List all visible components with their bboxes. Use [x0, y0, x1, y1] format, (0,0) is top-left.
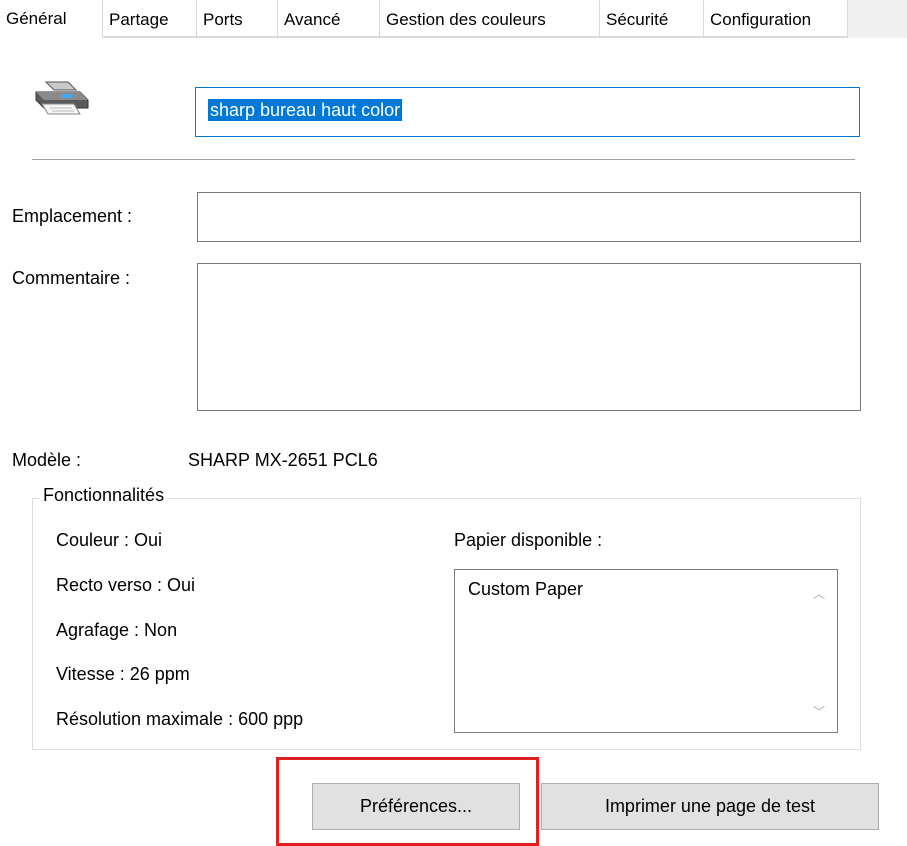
tab-avance[interactable]: Avancé: [278, 0, 380, 37]
location-input[interactable]: [197, 192, 861, 242]
features-title: Fonctionnalités: [40, 485, 168, 506]
print-test-page-button[interactable]: Imprimer une page de test: [541, 783, 879, 830]
paper-listbox[interactable]: Custom Paper ︿ ﹀: [454, 569, 838, 733]
tab-partage[interactable]: Partage: [103, 0, 197, 37]
separator: [32, 159, 855, 160]
printer-name-value: sharp bureau haut color: [208, 99, 403, 121]
printer-name-field[interactable]: sharp bureau haut color: [195, 87, 860, 137]
location-label: Emplacement :: [12, 206, 133, 226]
tab-gestion-couleurs[interactable]: Gestion des couleurs: [380, 0, 600, 37]
tab-strip: Général Partage Ports Avancé Gestion des…: [0, 0, 907, 38]
tab-baseline: [0, 37, 907, 38]
feature-stapling: Agrafage : Non: [56, 620, 178, 640]
feature-duplex: Recto verso : Oui: [56, 575, 196, 595]
scroll-down-icon[interactable]: ﹀: [811, 704, 827, 720]
paper-item[interactable]: Custom Paper: [468, 579, 583, 600]
preferences-button[interactable]: Préférences...: [312, 783, 520, 830]
tab-strip-filler: [848, 0, 907, 38]
tab-securite[interactable]: Sécurité: [600, 0, 704, 37]
printer-icon: [32, 80, 90, 116]
model-label: Modèle :: [12, 450, 82, 470]
scroll-up-icon[interactable]: ︿: [811, 586, 827, 602]
comment-label: Commentaire :: [12, 268, 131, 288]
tab-general[interactable]: Général: [0, 0, 103, 38]
feature-speed: Vitesse : 26 ppm: [56, 664, 190, 684]
tab-configuration[interactable]: Configuration: [704, 0, 848, 37]
tab-ports[interactable]: Ports: [197, 0, 278, 37]
feature-resolution: Résolution maximale : 600 ppp: [56, 709, 304, 729]
feature-color: Couleur : Oui: [56, 530, 163, 550]
comment-textarea[interactable]: [197, 263, 861, 411]
paper-available-label: Papier disponible :: [454, 530, 603, 550]
model-value: SHARP MX-2651 PCL6: [188, 450, 378, 470]
